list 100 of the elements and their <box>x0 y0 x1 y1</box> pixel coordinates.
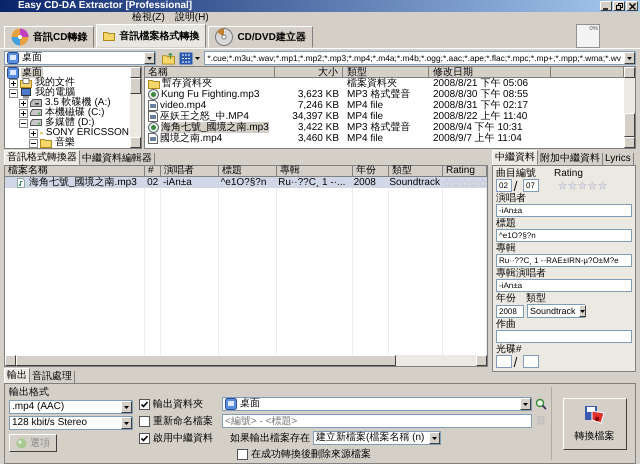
checkbox-label[interactable]: 輸出資料夾 <box>153 397 203 411</box>
star-icon[interactable] <box>578 181 587 190</box>
column-header[interactable]: 專輯 <box>277 166 353 177</box>
table-cell: Soundtrack <box>389 177 440 188</box>
video-file-icon <box>148 111 158 122</box>
file-name[interactable]: 巫妖王之怒_中.MP4 <box>160 111 249 122</box>
column-header[interactable]: 檔案名稱 <box>5 166 145 177</box>
checkbox-label[interactable]: 啟用中繼資料 <box>153 431 213 445</box>
expander-icon[interactable] <box>29 138 38 148</box>
modified-date: 2008/9/7 上午 11:04 <box>433 133 522 144</box>
expander-icon[interactable] <box>9 78 18 88</box>
folder-icon <box>103 31 116 41</box>
search-icon[interactable] <box>535 398 547 410</box>
tree-item[interactable]: 我的文件 <box>34 78 76 88</box>
if-exists-dropdown[interactable]: 建立新檔案(檔案名稱 (n) <box>313 431 441 445</box>
column-header[interactable]: # <box>145 166 161 177</box>
tab[interactable]: 音訊檔案格式轉換 <box>96 24 206 48</box>
menu-item[interactable]: 說明(H) <box>174 12 209 24</box>
format-dropdown[interactable]: .mp4 (AAC) <box>9 400 133 414</box>
input-field[interactable]: Ru··??C¸ 1 -·RAE±IRN-µ?O±M?e <box>496 254 632 267</box>
tree-item[interactable]: SONY ERICSSON <box>44 128 130 138</box>
expander-icon[interactable] <box>19 108 28 118</box>
checkbox[interactable] <box>139 432 150 444</box>
expander-icon[interactable] <box>29 128 38 138</box>
file-name[interactable]: 暫存資料夾 <box>162 78 212 89</box>
tree-item[interactable]: 桌面 <box>21 68 43 78</box>
menu-item[interactable]: 檢視(Z) <box>132 12 165 24</box>
window-title: Easy CD-DA Extractor [Professional] <box>18 0 192 12</box>
location-dropdown[interactable]: 桌面 <box>4 51 156 65</box>
tree-item[interactable]: 音樂 <box>54 138 76 148</box>
tab[interactable]: 輸出 <box>4 368 30 383</box>
input-field[interactable]: ^e1O?§?n <box>496 229 632 242</box>
file-name[interactable]: 海角七號_國境之南.mp3 <box>161 122 269 133</box>
composer-field[interactable] <box>496 330 632 343</box>
track-number-field[interactable]: 02 <box>496 179 512 192</box>
star-icon[interactable] <box>479 178 487 186</box>
star-icon[interactable] <box>598 181 607 190</box>
star-icon[interactable] <box>588 181 597 190</box>
checkbox[interactable] <box>139 416 150 426</box>
drive-icon <box>30 119 42 127</box>
column-header[interactable]: 大小 <box>275 67 343 78</box>
field-label: 演唱者 <box>496 193 527 204</box>
tab[interactable]: 音訊CD轉錄 <box>4 26 94 48</box>
tab[interactable]: 音訊處理 <box>30 371 75 383</box>
quality-dropdown[interactable]: 128 kbit/s Stereo <box>9 416 133 430</box>
expander-icon[interactable] <box>19 118 28 128</box>
star-icon[interactable] <box>452 178 460 186</box>
tree-item[interactable]: 3.5 軟碟機 (A:) <box>44 98 112 108</box>
star-icon[interactable] <box>470 178 478 186</box>
tab[interactable]: 音訊格式轉換器 <box>4 150 80 165</box>
expander-icon[interactable] <box>19 98 28 108</box>
view-button[interactable] <box>179 52 200 64</box>
restore-button[interactable] <box>613 1 625 11</box>
floppy-drive-icon <box>30 98 42 108</box>
file-name[interactable]: video.mp4 <box>160 100 206 111</box>
scrollbar[interactable] <box>5 355 487 366</box>
scrollbar[interactable] <box>130 67 141 148</box>
input-field[interactable]: -iAn±a <box>496 279 632 292</box>
star-icon[interactable] <box>461 178 469 186</box>
close-button[interactable] <box>626 1 638 11</box>
modified-date: 2008/8/31 下午 02:17 <box>433 100 528 111</box>
expander-icon[interactable] <box>9 88 18 98</box>
input-field[interactable]: -iAn±a <box>496 204 632 217</box>
column-header[interactable]: 演唱者 <box>161 166 219 177</box>
column-header[interactable]: Rating <box>443 166 487 177</box>
folder-up-icon[interactable] <box>162 52 176 64</box>
tree-item[interactable]: 本機磁碟 (C:) <box>44 108 106 118</box>
file-name[interactable]: Kung Fu Fighting.mp3 <box>161 89 260 100</box>
tab[interactable]: CD/DVD建立器 <box>208 26 313 48</box>
disc-number-field[interactable] <box>496 355 512 368</box>
tree-item[interactable]: 我的電腦 <box>34 88 76 98</box>
output-folder-dropdown[interactable]: 桌面 <box>222 397 532 411</box>
column-header[interactable]: 標題 <box>219 166 277 177</box>
file-type-filter[interactable]: *.cue;*.m3u;*.wav;*.mp1;*.mp2;*.mp3;*.mp4;*.m4a;*.m4b;*.ogg;*.aac;*.ape;*.flac;*.mpc;*.mp+;*.mpp;*.wma;*.wv <box>204 51 636 65</box>
disc-total-field[interactable] <box>523 355 539 368</box>
checkbox-label[interactable]: 在成功轉換後刪除來源檔案 <box>251 447 371 461</box>
queue-row[interactable]: 海角七號_國境之南.mp3 02 -iAn±a ^e1O?§?n Ru··??C¸ 1 -·... 2008 Soundtrack <box>5 177 487 188</box>
column-header[interactable]: 名稱 <box>145 67 275 78</box>
column-header[interactable]: 年份 <box>353 166 389 177</box>
column-header[interactable]: 類型 <box>343 67 429 78</box>
column-header[interactable]: 修改日期 <box>429 67 551 78</box>
column-header[interactable]: 類型 <box>389 166 443 177</box>
checkbox[interactable] <box>237 448 248 460</box>
star-icon[interactable] <box>443 178 451 186</box>
convert-button[interactable]: 轉換檔案 <box>562 398 626 450</box>
track-total-field[interactable]: 07 <box>523 179 539 192</box>
genre-dropdown[interactable]: Soundtrack <box>527 304 585 318</box>
year-field[interactable]: 2008 <box>496 304 524 318</box>
tab[interactable]: 中繼資料 <box>492 150 538 165</box>
checkbox[interactable] <box>139 398 150 410</box>
minimize-button[interactable] <box>600 1 612 11</box>
field-label: 如果輸出檔案存在 <box>229 432 310 444</box>
caret-icon <box>432 436 437 440</box>
file-name[interactable]: 國境之南.mp4 <box>160 133 222 144</box>
scrollbar[interactable] <box>624 67 635 148</box>
modified-date: 2008/8/21 下午 05:06 <box>433 78 528 89</box>
tree-item[interactable]: 多媒體 (D:) <box>44 118 96 128</box>
star-icon[interactable] <box>558 181 567 190</box>
star-icon[interactable] <box>568 181 577 190</box>
checkbox-label[interactable]: 重新命名檔案 <box>153 414 213 428</box>
